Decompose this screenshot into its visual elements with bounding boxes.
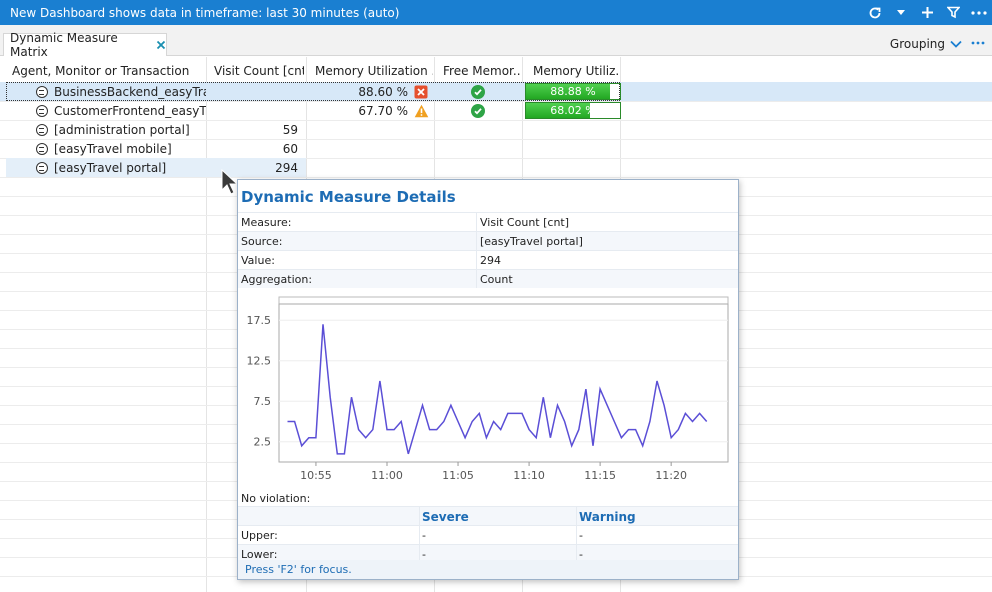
more-icon[interactable]	[966, 0, 992, 25]
refresh-icon[interactable]	[862, 0, 888, 25]
visit-count-chart: 2.5 7.5 12.5 17.5 10:55 11:00 11:05 11:10 11:15…	[238, 290, 738, 488]
memory-utilization-bar: 68.02 %	[525, 102, 621, 119]
x-tick-label: 11:15	[584, 469, 616, 482]
severe-header: Severe	[422, 510, 469, 524]
y-tick-label: 17.5	[247, 314, 272, 327]
y-tick-label: 2.5	[254, 436, 272, 449]
tab-bar: Dynamic Measure Matrix Grouping	[0, 25, 992, 59]
grouping-label: Grouping	[889, 37, 945, 51]
row-name-cell: CustomerFrontend_easyTravel	[36, 101, 206, 120]
threshold-warning: -	[579, 529, 583, 542]
close-icon[interactable]	[155, 39, 166, 51]
warning-header: Warning	[579, 510, 636, 524]
column-header-visit-count[interactable]: Visit Count [cnt]	[214, 59, 304, 82]
row-name: [easyTravel mobile]	[54, 141, 172, 156]
y-tick-label: 7.5	[254, 395, 272, 408]
row-name-cell: [easyTravel mobile]	[36, 139, 206, 158]
threshold-severe: -	[422, 529, 426, 542]
detail-key: Value:	[241, 254, 275, 267]
threshold-label: Upper:	[241, 529, 278, 542]
visit-count-value: 59	[282, 122, 298, 137]
row-name-cell: [easyTravel portal]	[36, 158, 206, 177]
y-tick-label: 12.5	[247, 355, 272, 368]
popup-title: Dynamic Measure Details	[241, 188, 456, 206]
visit-count-value: 60	[282, 141, 298, 156]
threshold-divider	[576, 506, 577, 563]
detail-key: Measure:	[241, 216, 292, 229]
memory-util-value: 67.70 %	[358, 103, 408, 118]
warning-status-icon	[414, 101, 430, 120]
detail-row-value: Value: 294	[238, 250, 738, 269]
grid-row-line	[0, 177, 992, 178]
tab-label: Dynamic Measure Matrix	[10, 31, 118, 59]
chart-top-bar	[278, 296, 729, 305]
x-tick-label: 11:10	[513, 469, 545, 482]
detail-key: Source:	[241, 235, 283, 248]
detail-divider	[476, 212, 477, 288]
table-row[interactable]: [easyTravel portal] 294	[0, 158, 992, 177]
x-tick-label: 11:20	[655, 469, 687, 482]
x-tick-label: 10:55	[300, 469, 332, 482]
dynamic-measure-details-popup: Dynamic Measure Details Measure: Visit C…	[237, 179, 739, 580]
row-name: [administration portal]	[54, 122, 190, 137]
dashboard-timeframe-title: New Dashboard shows data in timeframe: l…	[10, 5, 400, 20]
agent-icon	[36, 123, 48, 136]
tab-more-icon[interactable]	[970, 37, 986, 49]
row-name-cell: [administration portal]	[36, 120, 206, 139]
x-tick-label: 11:00	[371, 469, 403, 482]
threshold-divider	[419, 506, 420, 563]
detail-value: [easyTravel portal]	[480, 235, 583, 248]
selection-focus-box	[6, 82, 620, 101]
agent-icon	[36, 161, 48, 174]
column-header-agent[interactable]: Agent, Monitor or Transaction	[12, 59, 202, 82]
agent-icon	[36, 142, 48, 155]
detail-row-source: Source: [easyTravel portal]	[238, 231, 738, 250]
grouping-dropdown[interactable]: Grouping	[890, 37, 962, 51]
table-row[interactable]: [administration portal] 59	[0, 120, 992, 139]
detail-row-aggregation: Aggregation: Count	[238, 269, 738, 288]
agent-icon	[36, 104, 48, 117]
add-icon[interactable]	[914, 0, 940, 25]
filter-icon[interactable]	[940, 0, 966, 25]
column-header-memory-utilization[interactable]: Memory Utilization ...	[315, 59, 433, 82]
titlebar-toolbar	[862, 0, 992, 25]
ok-status-icon	[471, 101, 487, 120]
threshold-row-upper: Upper: - -	[238, 525, 738, 544]
table-row[interactable]: [easyTravel mobile] 60	[0, 139, 992, 158]
column-header-free-memory[interactable]: Free Memor...	[443, 59, 521, 82]
row-name: [easyTravel portal]	[54, 160, 167, 175]
detail-row-measure: Measure: Visit Count [cnt]	[238, 212, 738, 231]
column-header-memory-utilization-bar[interactable]: Memory Utiliz...	[533, 59, 619, 82]
violation-status: No violation:	[241, 492, 311, 505]
x-tick-label: 11:05	[442, 469, 474, 482]
tab-dynamic-measure-matrix[interactable]: Dynamic Measure Matrix	[3, 31, 167, 59]
focus-hint: Press 'F2' for focus.	[238, 560, 738, 579]
detail-value: Visit Count [cnt]	[480, 216, 570, 229]
threshold-header-row: Severe Warning	[238, 506, 738, 525]
detail-value: Count	[480, 273, 513, 286]
chart-svg: 2.5 7.5 12.5 17.5 10:55 11:00 11:05 11:10 11:15…	[247, 296, 729, 482]
chevron-down-icon	[950, 40, 962, 48]
table-row[interactable]: CustomerFrontend_easyTravel 67.70 % 68.0…	[0, 101, 992, 120]
visit-count-value: 294	[275, 160, 298, 175]
detail-value: 294	[480, 254, 501, 267]
row-name: CustomerFrontend_easyTravel	[54, 103, 206, 118]
memory-bar-text: 68.02 %	[550, 104, 596, 117]
detail-key: Aggregation:	[241, 273, 313, 286]
dropdown-icon[interactable]	[888, 0, 914, 25]
dashboard-titlebar: New Dashboard shows data in timeframe: l…	[0, 0, 992, 25]
